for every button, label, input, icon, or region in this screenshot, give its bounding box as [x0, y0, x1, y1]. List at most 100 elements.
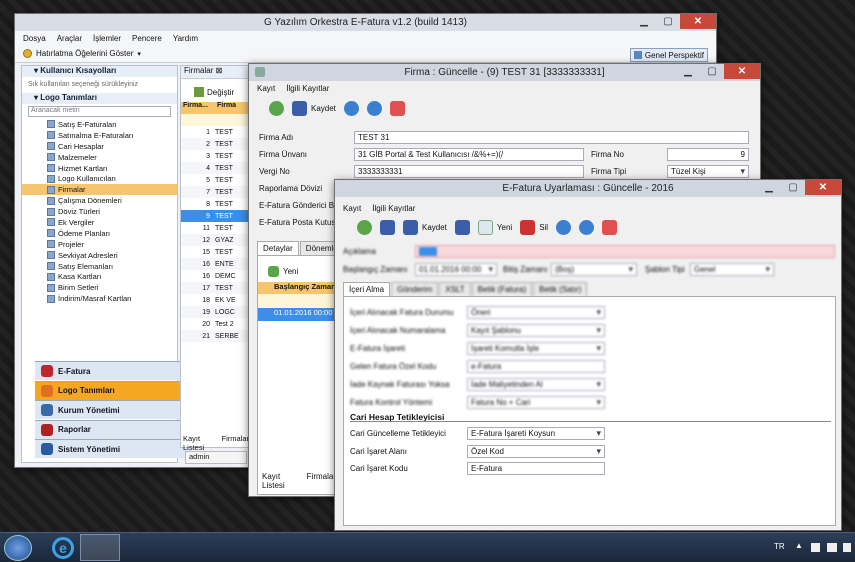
- save-refresh-icon[interactable]: [380, 219, 395, 235]
- tree-item[interactable]: Satınalma E-Faturaları: [22, 130, 177, 141]
- firma-no-input[interactable]: 9: [667, 148, 749, 161]
- tree-item[interactable]: Satış E-Faturaları: [22, 119, 177, 130]
- tree-item[interactable]: Logo Kullanıcıları: [22, 173, 177, 184]
- menu-pencere[interactable]: Pencere: [132, 34, 162, 43]
- firma-menu-kayit[interactable]: Kayıt: [257, 84, 275, 93]
- table-row[interactable]: 2 TEST: [181, 138, 249, 150]
- end-date-input[interactable]: (Boş): [551, 263, 637, 276]
- desc-input[interactable]: ____: [415, 245, 835, 258]
- table-row[interactable]: 12 GYAZ: [181, 234, 249, 246]
- setting-input[interactable]: Özel Kod: [467, 444, 605, 458]
- efatura-new-button[interactable]: Yeni: [477, 219, 512, 235]
- maximize-button[interactable]: ▢: [656, 14, 680, 29]
- firma-save-button[interactable]: Kaydet: [292, 100, 336, 116]
- tray-chevron-icon[interactable]: ▲: [795, 541, 803, 550]
- period-new-button[interactable]: Yeni: [258, 260, 336, 282]
- table-row[interactable]: 19 LOGC: [181, 306, 249, 318]
- setting-input[interactable]: E-Fatura: [467, 462, 605, 475]
- firma-menu-ilgili[interactable]: İlgili Kayıtlar: [286, 84, 329, 93]
- arrow-down-icon[interactable]: [366, 100, 382, 116]
- efatura-close-button[interactable]: ✕: [805, 180, 841, 195]
- table-row[interactable]: 21 SERBE: [181, 330, 249, 342]
- tree-item[interactable]: Malzemeler: [22, 152, 177, 163]
- reminder-button[interactable]: Hatırlatma Öğelerini Göster: [36, 49, 133, 58]
- efatura-maximize-button[interactable]: ▢: [781, 180, 805, 195]
- tab-detaylar[interactable]: Detaylar: [257, 241, 299, 255]
- nav-group[interactable]: E-Fatura: [35, 361, 191, 380]
- change-button[interactable]: Değiştir: [181, 82, 249, 102]
- efatura-approve-check-icon[interactable]: [602, 219, 618, 235]
- col-no-header[interactable]: Firma...: [181, 102, 215, 114]
- start-date-input[interactable]: 01.01.2016 00:00: [415, 263, 497, 276]
- logo-header[interactable]: ▾ Logo Tanımları: [22, 93, 177, 104]
- setting-input[interactable]: E-Fatura İşareti Koysun: [467, 427, 605, 440]
- efatura-menu-kayit[interactable]: Kayıt: [343, 204, 361, 213]
- period-col-header[interactable]: Başlangıç Zamanı: [258, 282, 336, 294]
- setting-input[interactable]: Kayıt Şablonu: [467, 324, 605, 337]
- menu-araclar[interactable]: Araçlar: [57, 34, 82, 43]
- efatura-arrow-down-icon[interactable]: [579, 219, 595, 235]
- tab-xslt[interactable]: XSLT: [439, 282, 471, 296]
- menu-islemler[interactable]: İşlemler: [93, 34, 121, 43]
- efatura-save-button[interactable]: Kaydet: [403, 219, 447, 235]
- firma-maximize-button[interactable]: ▢: [700, 64, 724, 79]
- firma-name-input[interactable]: TEST 31: [354, 131, 749, 144]
- volume-icon[interactable]: [843, 543, 851, 552]
- tab-firmalar[interactable]: Firmalar: [222, 434, 250, 447]
- tree-item[interactable]: Firmalar: [22, 184, 177, 196]
- setting-input[interactable]: İade Maliyetinden Al: [467, 378, 605, 391]
- tree-item[interactable]: Ek Vergiler: [22, 217, 177, 228]
- period-row[interactable]: 01.01.2016 00:00: [258, 308, 336, 321]
- efatura-new-record-icon[interactable]: [357, 219, 372, 235]
- table-row[interactable]: 7 TEST: [181, 186, 249, 198]
- table-row[interactable]: 8 TEST: [181, 198, 249, 210]
- table-row[interactable]: 16 ENTE: [181, 258, 249, 270]
- menu-dosya[interactable]: Dosya: [23, 34, 46, 43]
- tab-betik-satir[interactable]: Betik (Satır): [533, 282, 588, 296]
- tree-item[interactable]: Kasa Kartları: [22, 271, 177, 282]
- tree-item[interactable]: Sevkiyat Adresleri: [22, 250, 177, 261]
- network-icon[interactable]: [827, 543, 837, 552]
- setting-input[interactable]: e-Fatura: [467, 360, 605, 373]
- tree-item[interactable]: Hizmet Kartları: [22, 163, 177, 174]
- table-row[interactable]: 9 TEST: [181, 210, 249, 222]
- table-row[interactable]: 18 EK VE: [181, 294, 249, 306]
- vergi-no-input[interactable]: 3333333331: [354, 165, 584, 178]
- shortcuts-header[interactable]: ▾ Kullanıcı Kısayolları: [22, 66, 177, 77]
- nav-group[interactable]: Logo Tanımları: [35, 380, 191, 400]
- table-row[interactable]: 4 TEST: [181, 162, 249, 174]
- table-row[interactable]: 17 TEST: [181, 282, 249, 294]
- firma-close-button[interactable]: ✕: [724, 64, 760, 79]
- approve-check-icon[interactable]: [389, 100, 405, 116]
- firmalar-tab[interactable]: Firmalar ⊠: [181, 66, 249, 79]
- table-row[interactable]: 11 TEST: [181, 222, 249, 234]
- tree-item[interactable]: Çalışma Dönemleri: [22, 195, 177, 206]
- menu-yardim[interactable]: Yardım: [173, 34, 198, 43]
- col-name-header[interactable]: Firma: [215, 102, 236, 114]
- flag-icon[interactable]: [811, 543, 820, 552]
- save-new-icon[interactable]: [454, 219, 470, 235]
- firma-tab-firmalar[interactable]: Firmalar: [307, 472, 336, 490]
- nav-group[interactable]: Kurum Yönetimi: [35, 400, 191, 419]
- tree-item[interactable]: Ödeme Planları: [22, 228, 177, 239]
- tree-search-input[interactable]: Aranacak metin: [28, 106, 171, 117]
- firma-minimize-button[interactable]: ▁: [676, 64, 700, 79]
- table-row[interactable]: 20 Test 2: [181, 318, 249, 330]
- ie-taskbar-icon[interactable]: e: [52, 537, 74, 559]
- tab-iceri-alma[interactable]: İçeri Alma: [343, 282, 391, 296]
- table-row[interactable]: 1 TEST: [181, 126, 249, 138]
- tree-item[interactable]: Döviz Türleri: [22, 206, 177, 217]
- arrow-up-icon[interactable]: [343, 100, 359, 116]
- setting-input[interactable]: Öneri: [467, 306, 605, 319]
- app-taskbar-button[interactable]: [80, 534, 120, 561]
- setting-input[interactable]: Fatura No + Cari: [467, 396, 605, 409]
- tree-item[interactable]: İndirim/Masraf Kartları: [22, 293, 177, 304]
- tree-item[interactable]: Satış Elemanları: [22, 261, 177, 272]
- chevron-down-icon[interactable]: ▾: [137, 50, 141, 58]
- tree-item[interactable]: Birim Setleri: [22, 282, 177, 293]
- firma-tab-kayit-listesi[interactable]: Kayıt Listesi: [262, 472, 301, 490]
- firma-type-select[interactable]: Tüzel Kişi: [667, 165, 749, 178]
- efatura-arrow-up-icon[interactable]: [556, 219, 572, 235]
- efatura-menu-ilgili[interactable]: İlgili Kayıtlar: [372, 204, 415, 213]
- tree-item[interactable]: Projeler: [22, 239, 177, 250]
